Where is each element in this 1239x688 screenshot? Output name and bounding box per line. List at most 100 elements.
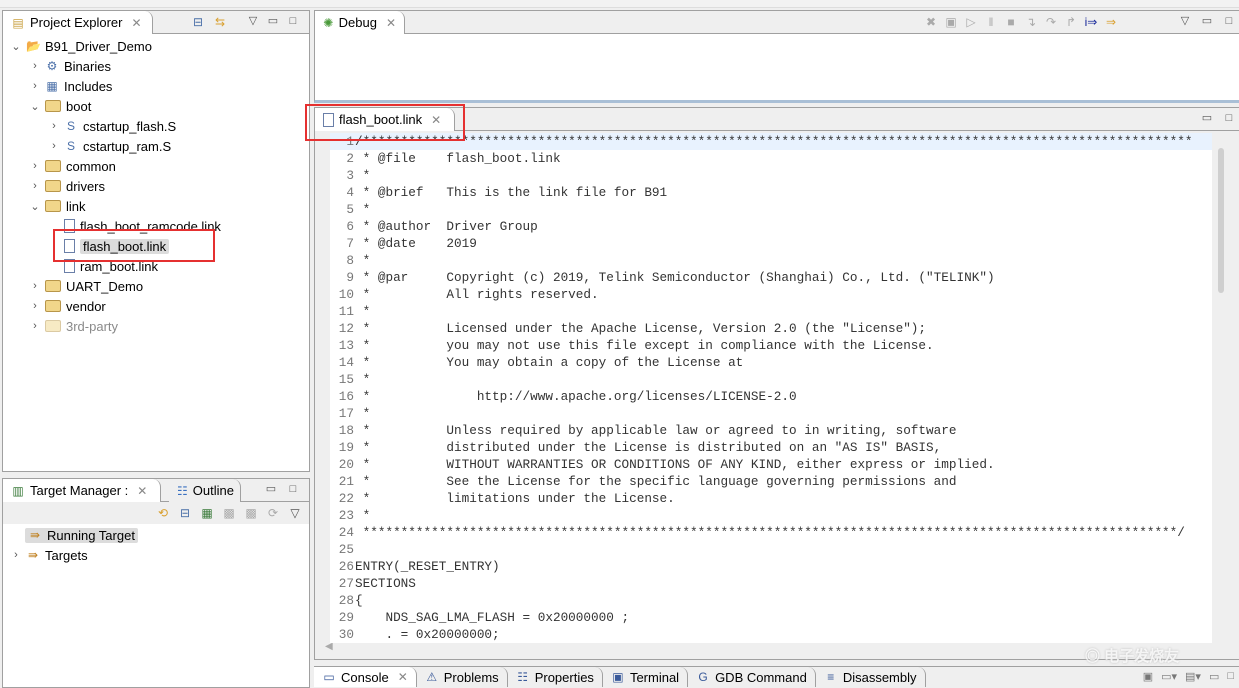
tree-label: 3rd-party [66, 318, 119, 334]
new-console-icon[interactable]: ▤▾ [1185, 670, 1201, 683]
remove-terminated-icon[interactable]: ✖ [923, 14, 939, 30]
tree-item[interactable]: › ⚙ Binaries [30, 56, 111, 76]
tab-gdb-command[interactable]: G GDB Command [688, 667, 816, 687]
line-number: 27 [338, 576, 354, 591]
maximize-icon[interactable]: □ [1223, 112, 1235, 124]
tab-disassembly[interactable]: ≡ Disassembly [815, 667, 926, 687]
tree-item[interactable]: › ▦ Includes [30, 76, 112, 96]
tree-item[interactable]: › UART_Demo [30, 276, 143, 296]
sync2-icon[interactable]: ▩ [243, 505, 259, 521]
tab-project-explorer[interactable]: ▤ Project Explorer ✕ [3, 11, 153, 34]
relaunch-icon[interactable]: ▣ [943, 14, 959, 30]
project-explorer-tabbar: ▤ Project Explorer ✕ ⊟ ⇆ ▽ ▭ □ [3, 11, 309, 34]
chevron-right-icon[interactable]: › [30, 320, 40, 332]
view-menu-icon[interactable]: ▽ [247, 15, 259, 27]
tree-item[interactable]: ram_boot.link [49, 256, 158, 276]
chevron-down-icon[interactable]: ⌄ [30, 200, 40, 213]
tree-item[interactable]: ⌄ link [30, 196, 85, 216]
refresh-icon[interactable]: ⟳ [265, 505, 281, 521]
chevron-right-icon[interactable]: › [30, 300, 40, 312]
tab-target-manager[interactable]: ▥ Target Manager : ✕ [3, 479, 161, 502]
tree-item[interactable]: › drivers [30, 176, 105, 196]
collapse-icon[interactable]: ⊟ [177, 505, 193, 521]
view-menu-icon[interactable]: ▽ [287, 505, 303, 521]
tab-console[interactable]: ▭ Console ✕ [314, 667, 417, 687]
asm-file-icon: S [66, 139, 75, 153]
chevron-right-icon[interactable]: › [30, 60, 40, 72]
chevron-right-icon[interactable]: › [30, 280, 40, 292]
suspend-icon[interactable]: ‖ [983, 14, 999, 30]
close-icon[interactable]: ✕ [431, 113, 441, 127]
maximize-icon[interactable]: □ [287, 483, 299, 495]
close-icon[interactable]: ✕ [137, 484, 147, 498]
tree-item[interactable]: › vendor [30, 296, 106, 316]
step-over-icon[interactable]: ↷ [1043, 14, 1059, 30]
chevron-right-icon[interactable]: › [30, 180, 40, 192]
problems-icon: ⚠ [426, 670, 438, 684]
tree-item[interactable]: flash_boot.link [49, 236, 170, 256]
chevron-down-icon[interactable]: ⌄ [11, 40, 21, 53]
tab-terminal[interactable]: ▣ Terminal [602, 667, 689, 687]
tab-label: GDB Command [715, 669, 807, 685]
tree-item[interactable]: › Scstartup_ram.S [49, 136, 171, 156]
view-menu-icon[interactable]: ▽ [1179, 15, 1191, 27]
close-icon[interactable]: ✕ [386, 16, 396, 30]
minimize-icon[interactable]: ▭ [1201, 15, 1213, 27]
maximize-icon[interactable]: □ [1227, 670, 1234, 683]
connect-icon[interactable]: ⟲ [155, 505, 171, 521]
close-icon[interactable]: ✕ [398, 670, 408, 684]
tree-item[interactable]: ⌄ 📂 B91_Driver_Demo [11, 36, 152, 56]
maximize-icon[interactable]: □ [287, 15, 299, 27]
terminate-icon[interactable]: ■ [1003, 14, 1019, 30]
collapse-all-icon[interactable]: ⊟ [191, 15, 205, 29]
chevron-down-icon[interactable]: ⌄ [30, 100, 40, 113]
includes-icon: ▦ [46, 79, 58, 93]
tab-label: Problems [443, 669, 499, 685]
code-line: 15 * [330, 371, 1212, 388]
chevron-right-icon[interactable]: › [49, 140, 59, 152]
step-return-icon[interactable]: ↱ [1063, 14, 1079, 30]
tree-item-running-target[interactable]: ⇛ Running Target [25, 525, 138, 545]
line-number: 15 [338, 372, 354, 387]
tab-debug[interactable]: ✺ Debug ✕ [315, 11, 405, 34]
link-with-editor-icon[interactable]: ⇆ [213, 15, 227, 29]
code-text: * [355, 253, 371, 268]
close-icon[interactable]: ✕ [131, 16, 141, 30]
display-console-icon[interactable]: ▭▾ [1161, 670, 1177, 683]
tab-flash-boot-link[interactable]: flash_boot.link ✕ [315, 108, 455, 131]
debug-panel: ✺ Debug ✕ ✖ ▣ ▷ ‖ ■ ↴ ↷ ↱ i⇒ ⇒ ▽ ▭ □ [314, 10, 1239, 103]
tab-problems[interactable]: ⚠ Problems [416, 667, 508, 687]
chevron-right-icon[interactable]: › [49, 120, 59, 132]
resume-icon[interactable]: ▷ [963, 14, 979, 30]
drop-to-frame-icon[interactable]: ⇒ [1103, 14, 1119, 30]
code-editor[interactable]: 1/**************************************… [330, 133, 1212, 643]
minimize-icon[interactable]: ▭ [267, 15, 279, 27]
board-icon[interactable]: ▦ [199, 505, 215, 521]
tree-item[interactable]: › common [30, 156, 116, 176]
vertical-scrollbar[interactable] [1218, 148, 1224, 293]
tab-outline[interactable]: ☷ Outline [169, 479, 241, 502]
sync-icon[interactable]: ▩ [221, 505, 237, 521]
instruction-stepping-icon[interactable]: i⇒ [1083, 14, 1099, 30]
code-line: 18 * Unless required by applicable law o… [330, 422, 1212, 439]
tree-item[interactable]: flash_boot_ramcode.link [49, 216, 221, 236]
chevron-right-icon[interactable]: › [11, 549, 21, 561]
tree-label: cstartup_flash.S [83, 118, 177, 134]
chevron-right-icon[interactable]: › [30, 80, 40, 92]
tree-item[interactable]: › 3rd-party [30, 316, 118, 336]
tree-label: boot [66, 98, 92, 114]
minimize-icon[interactable]: ▭ [1201, 112, 1213, 124]
minimize-icon[interactable]: ▭ [265, 483, 277, 495]
tab-properties[interactable]: ☷ Properties [507, 667, 603, 687]
minimize-icon[interactable]: ▭ [1209, 670, 1219, 683]
tree-label: common [66, 158, 116, 174]
code-text: * @date 2019 [355, 236, 477, 251]
chevron-right-icon[interactable]: › [30, 160, 40, 172]
tree-item[interactable]: › Scstartup_flash.S [49, 116, 176, 136]
file-icon [323, 112, 334, 127]
tree-item[interactable]: ⌄ boot [30, 96, 91, 116]
tree-item-targets[interactable]: › ⇛ Targets [11, 545, 87, 565]
maximize-icon[interactable]: □ [1223, 15, 1235, 27]
step-into-icon[interactable]: ↴ [1023, 14, 1039, 30]
pin-icon[interactable]: ▣ [1143, 670, 1153, 683]
